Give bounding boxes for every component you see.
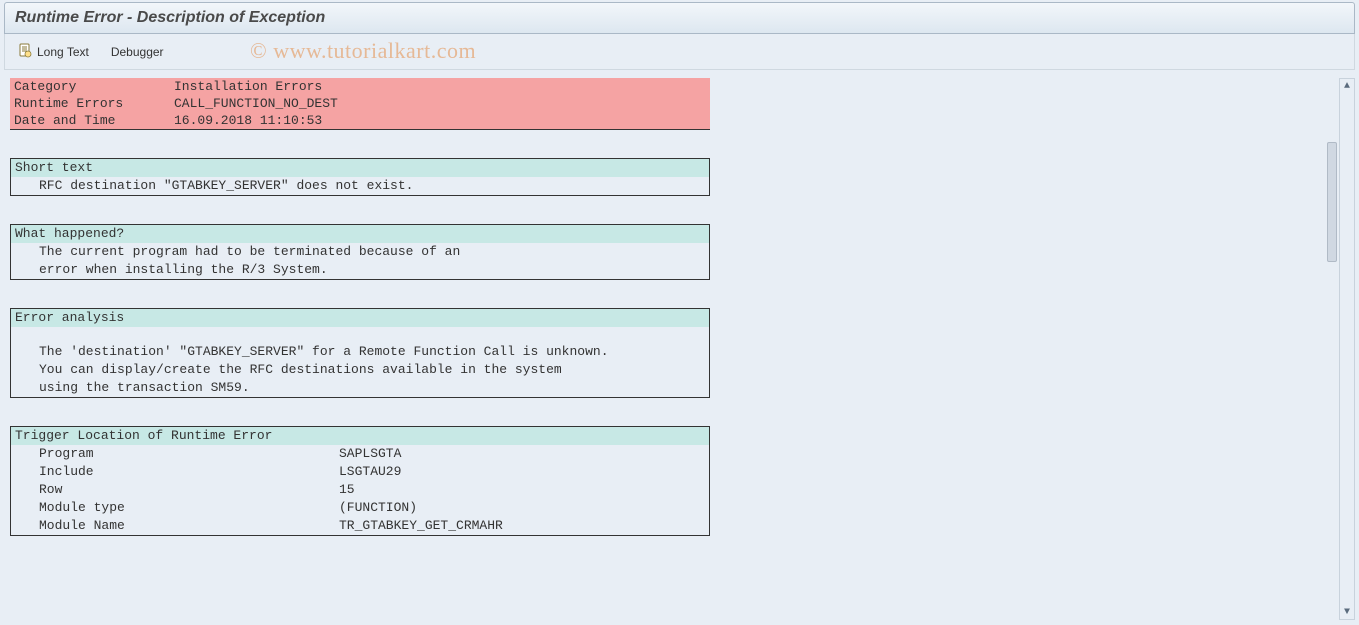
blank-line (11, 327, 709, 343)
page-title: Runtime Error - Description of Exception (4, 2, 1355, 34)
toolbar: Long Text Debugger (4, 34, 1355, 70)
scroll-marker[interactable] (1327, 142, 1337, 262)
long-text-button[interactable]: Long Text (15, 38, 91, 65)
error-header-block: Category Installation Errors Runtime Err… (10, 78, 710, 130)
include-value: LSGTAU29 (339, 464, 401, 480)
program-value: SAPLSGTA (339, 446, 401, 462)
runtime-errors-value: CALL_FUNCTION_NO_DEST (174, 95, 338, 112)
scroll-down-icon[interactable]: ▼ (1340, 605, 1354, 619)
datetime-value: 16.09.2018 11:10:53 (174, 112, 322, 129)
error-analysis-line-3: using the transaction SM59. (11, 379, 709, 397)
include-label: Include (39, 464, 339, 480)
trigger-row-row: Row 15 (11, 481, 709, 499)
module-type-label: Module type (39, 500, 339, 516)
short-text-line: RFC destination "GTABKEY_SERVER" does no… (11, 177, 709, 195)
module-name-label: Module Name (39, 518, 339, 534)
trigger-program-row: Program SAPLSGTA (11, 445, 709, 463)
module-type-value: (FUNCTION) (339, 500, 417, 516)
scroll-up-icon[interactable]: ▲ (1340, 79, 1354, 93)
row-label: Row (39, 482, 339, 498)
trigger-location-block: Trigger Location of Runtime Error Progra… (10, 426, 710, 536)
category-value: Installation Errors (174, 78, 322, 95)
document-icon (17, 42, 33, 61)
what-happened-line-1: The current program had to be terminated… (11, 243, 709, 261)
runtime-errors-label: Runtime Errors (14, 95, 174, 112)
trigger-mname-row: Module Name TR_GTABKEY_GET_CRMAHR (11, 517, 709, 535)
short-text-block: Short text RFC destination "GTABKEY_SERV… (10, 158, 710, 196)
debugger-button[interactable]: Debugger (109, 41, 166, 63)
header-row-datetime: Date and Time 16.09.2018 11:10:53 (10, 112, 710, 129)
module-name-value: TR_GTABKEY_GET_CRMAHR (339, 518, 503, 534)
long-text-label: Long Text (37, 45, 89, 59)
what-happened-head: What happened? (11, 225, 709, 243)
header-row-runtime: Runtime Errors CALL_FUNCTION_NO_DEST (10, 95, 710, 112)
what-happened-line-2: error when installing the R/3 System. (11, 261, 709, 279)
what-happened-block: What happened? The current program had t… (10, 224, 710, 280)
row-value: 15 (339, 482, 355, 498)
trigger-head: Trigger Location of Runtime Error (11, 427, 709, 445)
datetime-label: Date and Time (14, 112, 174, 129)
program-label: Program (39, 446, 339, 462)
error-analysis-block: Error analysis The 'destination' "GTABKE… (10, 308, 710, 398)
error-analysis-head: Error analysis (11, 309, 709, 327)
error-analysis-line-2: You can display/create the RFC destinati… (11, 361, 709, 379)
short-text-head: Short text (11, 159, 709, 177)
trigger-mtype-row: Module type (FUNCTION) (11, 499, 709, 517)
header-row-category: Category Installation Errors (10, 78, 710, 95)
vertical-scrollbar[interactable]: ▲ ▼ (1339, 78, 1355, 620)
content-area: Category Installation Errors Runtime Err… (0, 70, 1359, 625)
error-analysis-line-1: The 'destination' "GTABKEY_SERVER" for a… (11, 343, 709, 361)
category-label: Category (14, 78, 174, 95)
trigger-include-row: Include LSGTAU29 (11, 463, 709, 481)
debugger-label: Debugger (111, 45, 164, 59)
